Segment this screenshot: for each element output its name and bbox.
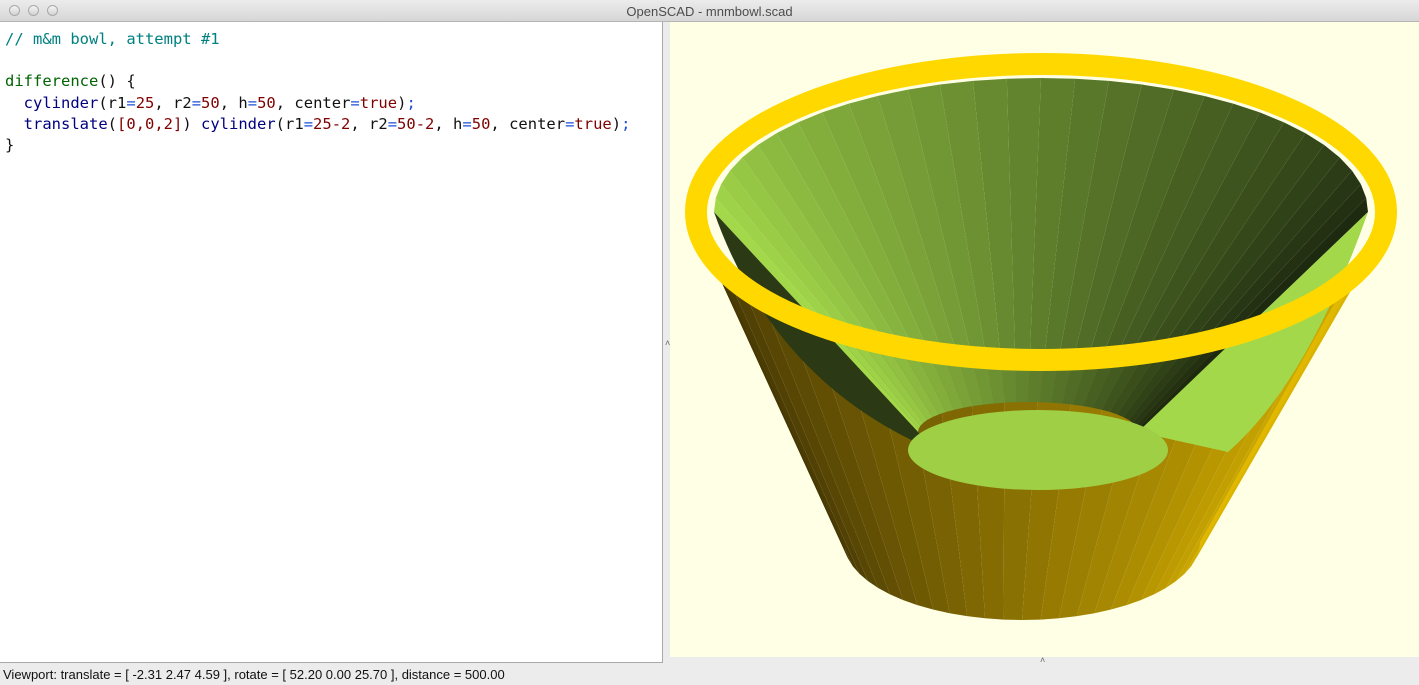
bowl-render[interactable] <box>670 22 1419 657</box>
code-token-difference: difference <box>5 72 99 91</box>
code-token: 25 <box>135 93 155 112</box>
code-token: r1 <box>107 93 127 112</box>
code-editor[interactable]: // m&m bowl, attempt #1 difference() { cy… <box>0 22 663 663</box>
code-token-translate: translate <box>23 114 108 133</box>
code-token: r1 <box>285 114 304 133</box>
code-line-cylinder: cylinder(r1=25, r2=50, h=50, center=true… <box>23 93 416 112</box>
code-token: [0,0,2] <box>117 114 183 133</box>
code-token-cylinder: cylinder <box>23 93 99 112</box>
title-bar: OpenSCAD - mnmbowl.scad <box>0 0 1419 22</box>
window-title: OpenSCAD - mnmbowl.scad <box>626 4 793 19</box>
code-token: 50 <box>201 93 220 112</box>
code-token: r2 <box>173 93 192 112</box>
viewport-info: Viewport: translate = [ -2.31 2.47 4.59 … <box>3 667 505 682</box>
code-line-translate: translate([0,0,2]) cylinder(r1=25-2, r2=… <box>23 114 631 133</box>
code-token: 50 <box>471 114 491 133</box>
code-token: 50 <box>257 93 276 112</box>
code-token: true <box>574 114 612 133</box>
bottom-splitter-grip-icon[interactable]: ˄ <box>1040 655 1045 665</box>
code-token: h <box>453 114 463 133</box>
code-token-difference-tail: () { <box>98 72 136 91</box>
code-token: 50-2 <box>397 114 435 133</box>
code-line-difference: difference() { <box>5 71 662 92</box>
3d-viewport[interactable] <box>670 22 1419 657</box>
code-token: cylinder <box>201 114 276 133</box>
code-token: h <box>238 93 248 112</box>
code-token: center <box>509 114 566 133</box>
code-text[interactable]: // m&m bowl, attempt #1 difference() { cy… <box>0 22 662 156</box>
inner-floor <box>908 410 1168 490</box>
code-token: center <box>294 93 351 112</box>
code-line-close: } <box>5 135 15 154</box>
code-token: r2 <box>369 114 388 133</box>
code-token: 25-2 <box>313 114 351 133</box>
code-token: true <box>359 93 398 112</box>
status-bar: Viewport: translate = [ -2.31 2.47 4.59 … <box>0 665 1419 685</box>
code-comment: // m&m bowl, attempt #1 <box>5 30 220 48</box>
